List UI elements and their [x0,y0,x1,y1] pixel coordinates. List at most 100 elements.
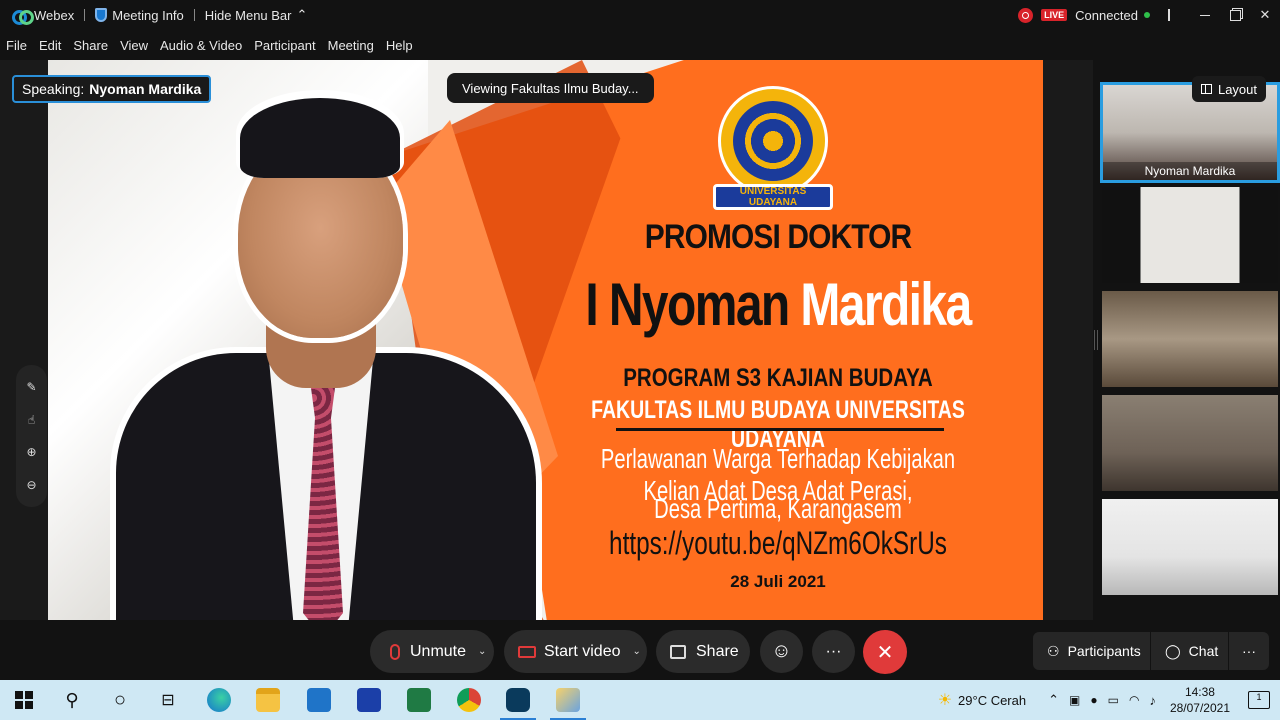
windows-logo-icon [15,691,33,709]
menu-meeting[interactable]: Meeting [322,38,380,53]
shared-content-stage[interactable]: UNIVERSITAS UDAYANA PROMOSI DOKTOR I Nyo… [0,60,1093,620]
close-window-button[interactable]: ✕ [1250,0,1280,30]
meet-now-icon[interactable]: ▣ [1069,693,1080,707]
taskbar-app-blue[interactable] [345,680,393,720]
recording-icon[interactable] [1018,7,1034,23]
chevron-up-icon[interactable]: ⌃ [1048,692,1059,708]
taskbar-mail[interactable] [295,680,343,720]
video-tile-name: Nyoman Mardika [1103,162,1277,180]
maximize-button[interactable] [1220,0,1250,30]
slide-title: PROMOSI DOKTOR [644,218,912,256]
edge-icon [207,688,231,712]
logo-band: UNIVERSITAS UDAYANA [713,184,833,210]
slide-program: PROGRAM S3 KAJIAN BUDAYA [623,364,933,392]
unmute-label: Unmute [410,642,467,660]
menu-share[interactable]: Share [67,38,114,53]
volume-icon[interactable]: ♪ [1149,693,1156,708]
meeting-info-label: Meeting Info [112,7,184,23]
weather-text[interactable]: 29°C Cerah [958,693,1026,708]
shared-slide: UNIVERSITAS UDAYANA PROMOSI DOKTOR I Nyo… [48,60,1043,620]
unmute-button[interactable]: Unmute ⌄ [370,630,494,673]
notification-icon[interactable]: 1 [1248,691,1270,709]
layout-button[interactable]: Layout [1192,76,1266,102]
menu-participant[interactable]: Participant [248,38,321,53]
share-button[interactable]: Share [656,630,750,673]
menu-audio-video[interactable]: Audio & Video [154,38,248,53]
speaking-indicator: Speaking: Nyoman Mardika [12,75,212,103]
notification-count: 1 [1256,692,1262,702]
windows-taskbar: ⚲ ○ ⊟ ☀ 29°C Cerah ⌃ ▣ ● ▭ ◠ ♪ 14:38 28/… [0,680,1280,720]
reactions-button[interactable]: ☺ [760,630,803,673]
person-icon: ⚇ [1047,642,1060,659]
layout-icon [1200,84,1212,94]
slide-link: https://youtu.be/qNZm6OkSrUs [609,525,947,561]
minimize-button[interactable] [1190,0,1220,30]
chevron-down-icon[interactable]: ⌄ [632,646,640,657]
wifi-icon[interactable]: ◠ [1129,693,1139,707]
chat-bubble-icon: ◯ [1165,642,1181,659]
menu-file[interactable]: File [0,38,33,53]
pointer-hand-icon[interactable]: ☝ [26,414,38,426]
webex-app-item[interactable]: Webex [0,8,80,25]
task-view-icon: ⊟ [161,692,175,709]
taskbar-excel[interactable] [395,680,443,720]
live-badge: LIVE [1041,9,1068,21]
clock[interactable]: 14:38 28/07/2021 [1170,684,1230,716]
search-icon: ⚲ [65,689,79,710]
task-view-button[interactable]: ⊟ [144,680,192,720]
microphone-icon[interactable]: ● [1090,693,1097,707]
candidate-name-part1: I Nyoman [585,271,790,338]
menu-view[interactable]: View [114,38,154,53]
menu-edit[interactable]: Edit [33,38,67,53]
system-tray: ☀ 29°C Cerah ⌃ ▣ ● ▭ ◠ ♪ 14:38 28/07/202… [938,680,1280,720]
more-panels-button[interactable]: ··· [1229,632,1269,670]
zoom-out-icon[interactable]: ⊖ [26,479,38,491]
weather-icon: ☀ [937,692,953,709]
taskbar-edge[interactable] [195,680,243,720]
zoom-in-icon[interactable]: ⊕ [26,446,38,458]
taskbar-webex[interactable] [494,680,542,720]
viewing-indicator[interactable]: Viewing Fakultas Ilmu Buday... [447,73,654,103]
menu-help[interactable]: Help [380,38,419,53]
excel-icon [407,688,431,712]
speaking-label: Speaking: [22,81,85,97]
panel-resize-handle[interactable] [1094,330,1098,350]
slide-date: 28 Juli 2021 [730,572,826,591]
participants-button[interactable]: ⚇ Participants [1033,632,1150,670]
taskbar-paint[interactable] [544,680,592,720]
layout-label: Layout [1217,81,1258,97]
video-tile-participant-5[interactable] [1102,499,1278,595]
muted-mic-icon [390,643,400,660]
video-tile-participant-4[interactable] [1102,395,1278,491]
search-button[interactable]: ⚲ [48,680,96,720]
more-icon: ··· [825,642,842,660]
taskbar-explorer[interactable] [244,680,292,720]
start-button[interactable] [0,680,48,720]
smiley-icon: ☺ [771,640,792,662]
paint-icon [556,688,580,712]
cortana-button[interactable]: ○ [96,680,144,720]
cortana-icon: ○ [113,688,127,711]
participant-video-panel: Nyoman Mardika [1100,82,1280,602]
taskbar-chrome[interactable] [445,680,493,720]
app-icon [357,688,381,712]
photo-hair [240,98,400,178]
meeting-info-button[interactable]: Meeting Info [89,8,190,23]
battery-icon[interactable]: ▭ [1108,693,1119,707]
video-tile-participant-2[interactable] [1102,187,1278,283]
university-logo: UNIVERSITAS UDAYANA [713,86,833,216]
more-options-button[interactable]: ··· [812,630,855,673]
chevron-down-icon[interactable]: ⌄ [478,646,486,657]
video-tile-participant-3[interactable] [1102,291,1278,387]
share-icon [670,644,686,659]
start-video-button[interactable]: Start video ⌄ [504,630,647,673]
close-icon: ✕ [876,641,894,664]
logo-emblem [733,101,813,181]
webex-logo-icon [12,9,34,25]
annotate-pen-icon[interactable]: ✎ [26,381,38,393]
hide-menu-bar-button[interactable]: Hide Menu Bar ⌃ [199,7,314,23]
title-bar-right: LIVE Connected ✕ [1018,0,1280,30]
chat-button[interactable]: ◯ Chat [1151,632,1228,670]
end-meeting-button[interactable]: ✕ [863,630,907,674]
more-icon: ··· [1242,643,1256,659]
